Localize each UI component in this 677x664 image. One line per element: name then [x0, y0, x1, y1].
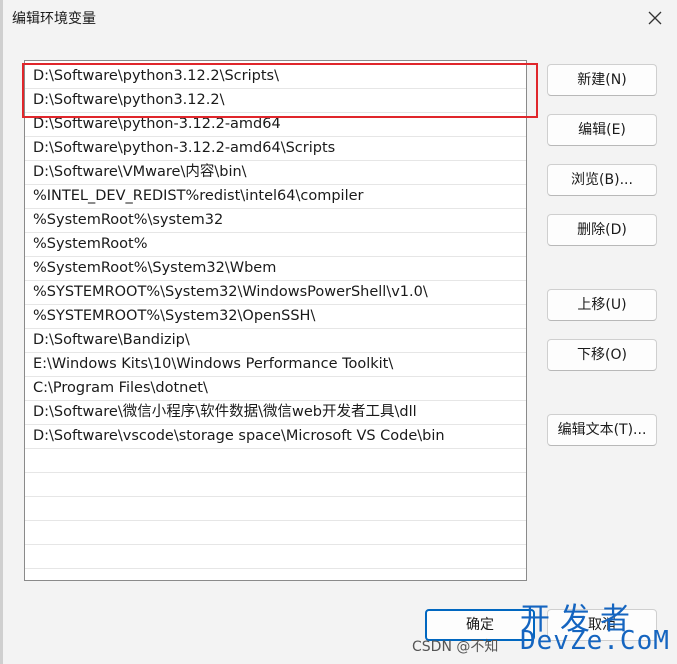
title-bar: 编辑环境变量: [0, 0, 677, 36]
path-list-item[interactable]: [25, 521, 526, 545]
edit-button[interactable]: 编辑(E): [547, 114, 657, 146]
close-button[interactable]: [640, 4, 670, 32]
new-button[interactable]: 新建(N): [547, 64, 657, 96]
browse-button[interactable]: 浏览(B)...: [547, 164, 657, 196]
move-up-button[interactable]: 上移(U): [547, 289, 657, 321]
path-list-item[interactable]: %SystemRoot%\system32: [25, 209, 526, 233]
path-list-item[interactable]: D:\Software\python3.12.2\: [25, 89, 526, 113]
path-list-item[interactable]: C:\Program Files\dotnet\: [25, 377, 526, 401]
dialog-title: 编辑环境变量: [12, 11, 96, 27]
path-list-item[interactable]: %SystemRoot%: [25, 233, 526, 257]
path-list-item[interactable]: D:\Software\微信小程序\软件数据\微信web开发者工具\dll: [25, 401, 526, 425]
path-list-item[interactable]: [25, 545, 526, 569]
path-list-item[interactable]: D:\Software\Bandizip\: [25, 329, 526, 353]
path-list-item[interactable]: %INTEL_DEV_REDIST%redist\intel64\compile…: [25, 185, 526, 209]
csdn-watermark: CSDN @不知: [412, 639, 499, 655]
path-list-item[interactable]: E:\Windows Kits\10\Windows Performance T…: [25, 353, 526, 377]
edit-env-var-dialog: 编辑环境变量 D:\Software\python3.12.2\Scripts\…: [0, 0, 677, 664]
path-list-item[interactable]: D:\Software\python-3.12.2-amd64\Scripts: [25, 137, 526, 161]
path-list-item[interactable]: %SystemRoot%\System32\Wbem: [25, 257, 526, 281]
path-list-item[interactable]: D:\Software\vscode\storage space\Microso…: [25, 425, 526, 449]
path-list-item[interactable]: [25, 473, 526, 497]
path-list[interactable]: D:\Software\python3.12.2\Scripts\ D:\Soft…: [24, 60, 527, 581]
path-list-item[interactable]: D:\Software\python-3.12.2-amd64: [25, 113, 526, 137]
edit-text-button[interactable]: 编辑文本(T)...: [547, 414, 657, 446]
path-list-item[interactable]: %SYSTEMROOT%\System32\WindowsPowerShell\…: [25, 281, 526, 305]
window-edge: [0, 0, 3, 664]
move-down-button[interactable]: 下移(O): [547, 339, 657, 371]
delete-button[interactable]: 删除(D): [547, 214, 657, 246]
path-list-item[interactable]: D:\Software\python3.12.2\Scripts\: [25, 65, 526, 89]
path-list-item[interactable]: [25, 497, 526, 521]
path-list-item[interactable]: [25, 449, 526, 473]
path-list-item[interactable]: %SYSTEMROOT%\System32\OpenSSH\: [25, 305, 526, 329]
path-list-item[interactable]: D:\Software\VMware\内容\bin\: [25, 161, 526, 185]
path-list-item[interactable]: [25, 569, 526, 580]
brand-watermark-bottom: DevZe.CoM: [520, 626, 670, 656]
close-icon: [648, 11, 662, 25]
